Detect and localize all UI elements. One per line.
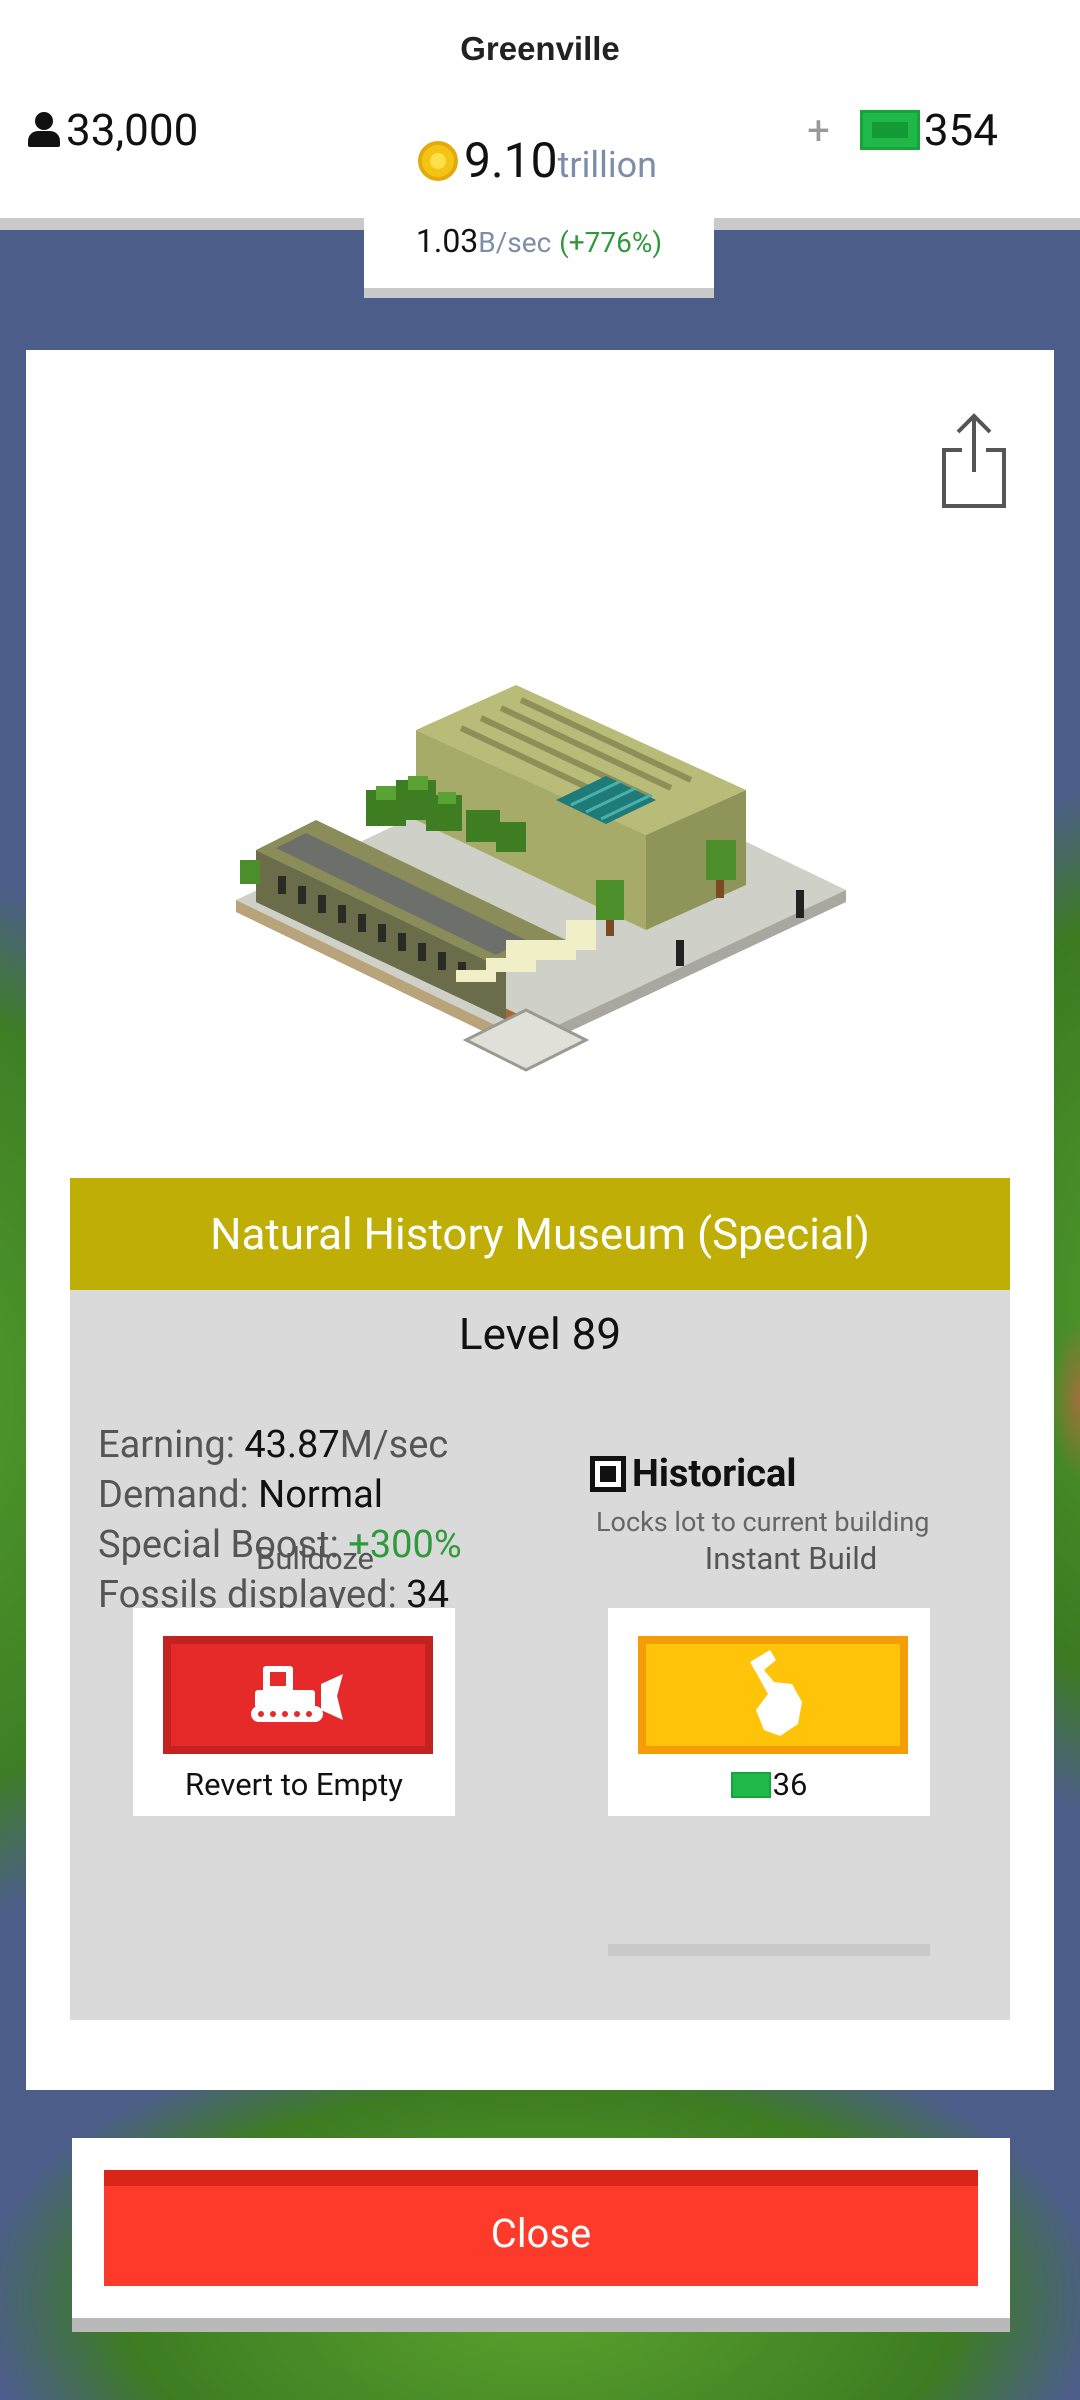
- building-name: Natural History Museum (Special): [210, 1208, 870, 1260]
- building-details: Level 89 Earning: 43.87M/sec Demand: Nor…: [70, 1290, 1010, 2020]
- bucks-icon: [730, 1771, 771, 1798]
- plus-icon[interactable]: +: [807, 107, 830, 154]
- building-stats: Earning: 43.87M/sec Demand: Normal Speci…: [98, 1420, 462, 1620]
- instant-build-cost: 36: [608, 1766, 930, 1803]
- historical-description: Locks lot to current building: [596, 1506, 930, 1538]
- bucks-display[interactable]: + 354: [807, 104, 998, 156]
- building-title-bar: Natural History Museum (Special): [70, 1178, 1010, 1290]
- bulldoze-caption: Revert to Empty: [185, 1766, 403, 1803]
- building-info-panel: Natural History Museum (Special) Level 8…: [26, 350, 1054, 2090]
- historical-checkbox[interactable]: [590, 1456, 626, 1492]
- earning-label: Earning:: [98, 1423, 245, 1467]
- demand-value: Normal: [258, 1473, 384, 1517]
- income-rate: 1.03B/sec (+776%): [364, 222, 714, 260]
- bulldoze-button[interactable]: [163, 1636, 433, 1754]
- city-name: Greenville: [460, 30, 620, 67]
- earning-stat: Earning: 43.87M/sec: [98, 1420, 462, 1470]
- coins-display: 9.10 trillion: [418, 132, 657, 189]
- population-display: 33,000: [26, 104, 198, 156]
- instant-build-title: Instant Build: [704, 1540, 878, 1577]
- earning-value: 43.87: [244, 1423, 340, 1467]
- instant-build-cost-value: 36: [772, 1766, 808, 1803]
- demand-label: Demand:: [98, 1473, 259, 1517]
- coin-icon: [418, 140, 458, 181]
- share-icon[interactable]: [934, 410, 1014, 510]
- person-icon: [26, 112, 62, 148]
- bulldoze-card[interactable]: Revert to Empty: [133, 1608, 455, 1816]
- rate-unit: B/sec: [478, 226, 552, 259]
- instant-build-card-shadow: [608, 1944, 930, 1956]
- coins-unit: trillion: [557, 144, 657, 186]
- demand-stat: Demand: Normal: [98, 1470, 462, 1520]
- instant-build-card[interactable]: 36: [608, 1608, 930, 1816]
- close-container-shadow: [72, 2318, 1010, 2332]
- close-button[interactable]: Close: [104, 2170, 978, 2286]
- coins-value: 9.10: [464, 132, 558, 189]
- museum-building-image: [236, 685, 846, 1072]
- world-decoration: [1050, 1320, 1080, 1480]
- rate-value: 1.03: [415, 222, 479, 260]
- bucks-value: 354: [923, 104, 998, 156]
- population-value: 33,000: [66, 104, 199, 156]
- bulldoze-title: Bulldoze: [256, 1540, 374, 1577]
- instant-build-button[interactable]: [638, 1636, 908, 1754]
- coins-tab-shadow: [364, 288, 714, 298]
- close-container: Close: [72, 2138, 1010, 2318]
- earning-unit: M/sec: [339, 1423, 449, 1467]
- bulldozer-icon: [251, 1666, 343, 1722]
- building-level: Level 89: [458, 1308, 622, 1360]
- historical-label: Historical: [632, 1452, 797, 1496]
- historical-toggle[interactable]: Historical: [590, 1452, 796, 1496]
- hammer-icon: [750, 1650, 802, 1736]
- rate-percent: (+776%): [559, 226, 663, 259]
- bucks-icon: [859, 110, 920, 150]
